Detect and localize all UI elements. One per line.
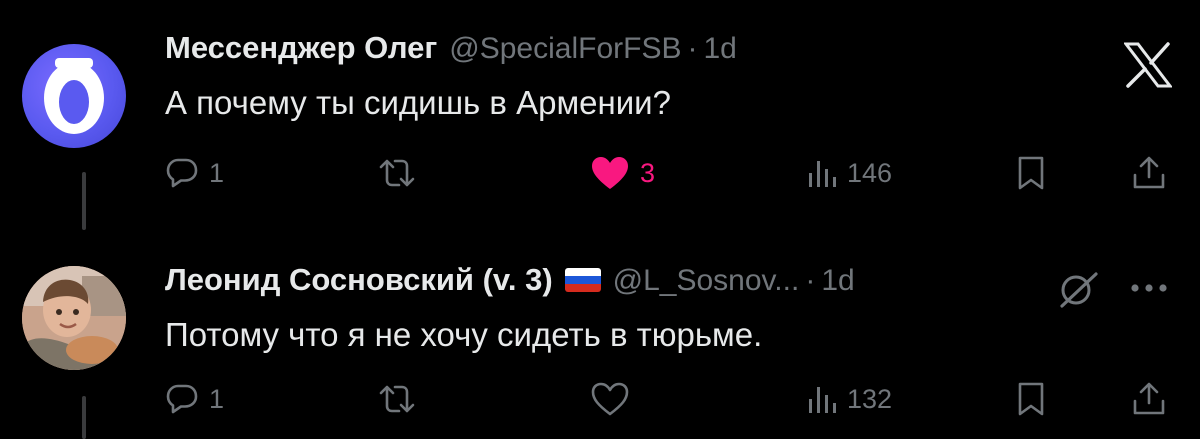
views-bar-chart-icon xyxy=(809,387,836,413)
share-icon xyxy=(1133,156,1165,189)
share-button[interactable] xyxy=(1131,374,1167,424)
tweet-header: Мессенджер Олег @SpecialForFSB · 1d xyxy=(165,30,737,66)
reply-icon xyxy=(166,384,198,414)
separator: · xyxy=(805,264,816,297)
grok-icon[interactable] xyxy=(1056,270,1102,310)
tweet-2[interactable]: Леонид Сосновский (v. 3) @L_Sosnov... · … xyxy=(0,230,1200,439)
tweet-actions: 1 132 xyxy=(165,374,1175,424)
tweet-header: Леонид Сосновский (v. 3) @L_Sosnov... · … xyxy=(165,262,855,298)
share-button[interactable] xyxy=(1131,148,1167,198)
like-button[interactable]: 3 xyxy=(590,148,655,198)
russian-flag-icon xyxy=(564,268,601,292)
like-count: 3 xyxy=(640,157,656,188)
display-name[interactable]: Мессенджер Олег xyxy=(165,30,437,66)
bookmark-button[interactable] xyxy=(1017,148,1045,198)
reply-count: 1 xyxy=(209,157,225,188)
bookmark-icon xyxy=(1018,382,1044,416)
tweet-actions: 1 3 146 xyxy=(165,148,1175,198)
retweet-button[interactable] xyxy=(377,148,417,198)
avatar[interactable] xyxy=(22,266,126,370)
heart-filled-icon xyxy=(592,157,628,189)
reply-button[interactable]: 1 xyxy=(165,374,224,424)
separator: · xyxy=(687,32,698,65)
view-count: 146 xyxy=(847,157,893,188)
views-button[interactable]: 132 xyxy=(807,374,892,424)
reply-icon xyxy=(166,158,198,188)
profile-photo-icon xyxy=(22,266,126,370)
view-count: 132 xyxy=(847,383,893,414)
bookmark-icon xyxy=(1018,156,1044,190)
reply-button[interactable]: 1 xyxy=(165,148,224,198)
retweet-icon xyxy=(379,159,415,187)
thread-line xyxy=(82,172,86,230)
reply-count: 1 xyxy=(209,383,225,414)
display-name[interactable]: Леонид Сосновский (v. 3) xyxy=(165,262,553,298)
avatar[interactable] xyxy=(22,44,126,148)
like-button[interactable] xyxy=(590,374,640,424)
username[interactable]: @L_Sosnov... xyxy=(613,264,800,298)
share-icon xyxy=(1133,382,1165,415)
x-logo-icon[interactable] xyxy=(1124,42,1172,88)
heart-outline-icon xyxy=(591,382,629,416)
views-button[interactable]: 146 xyxy=(807,148,892,198)
username[interactable]: @SpecialForFSB xyxy=(449,32,681,66)
thread-line xyxy=(82,396,86,439)
timestamp[interactable]: 1d xyxy=(821,264,854,298)
tweet-text: Потому что я не хочу сидеть в тюрьме. xyxy=(165,316,763,353)
more-options-icon[interactable] xyxy=(1130,282,1168,294)
retweet-button[interactable] xyxy=(377,374,417,424)
views-bar-chart-icon xyxy=(809,161,836,187)
bookmark-button[interactable] xyxy=(1017,374,1045,424)
tweet-text: А почему ты сидишь в Армении? xyxy=(165,84,671,121)
timestamp[interactable]: 1d xyxy=(703,32,736,66)
retweet-icon xyxy=(379,385,415,413)
tweet-1[interactable]: Мессенджер Олег @SpecialForFSB · 1d А по… xyxy=(0,0,1200,230)
toilet-seat-logo-icon xyxy=(44,58,104,134)
